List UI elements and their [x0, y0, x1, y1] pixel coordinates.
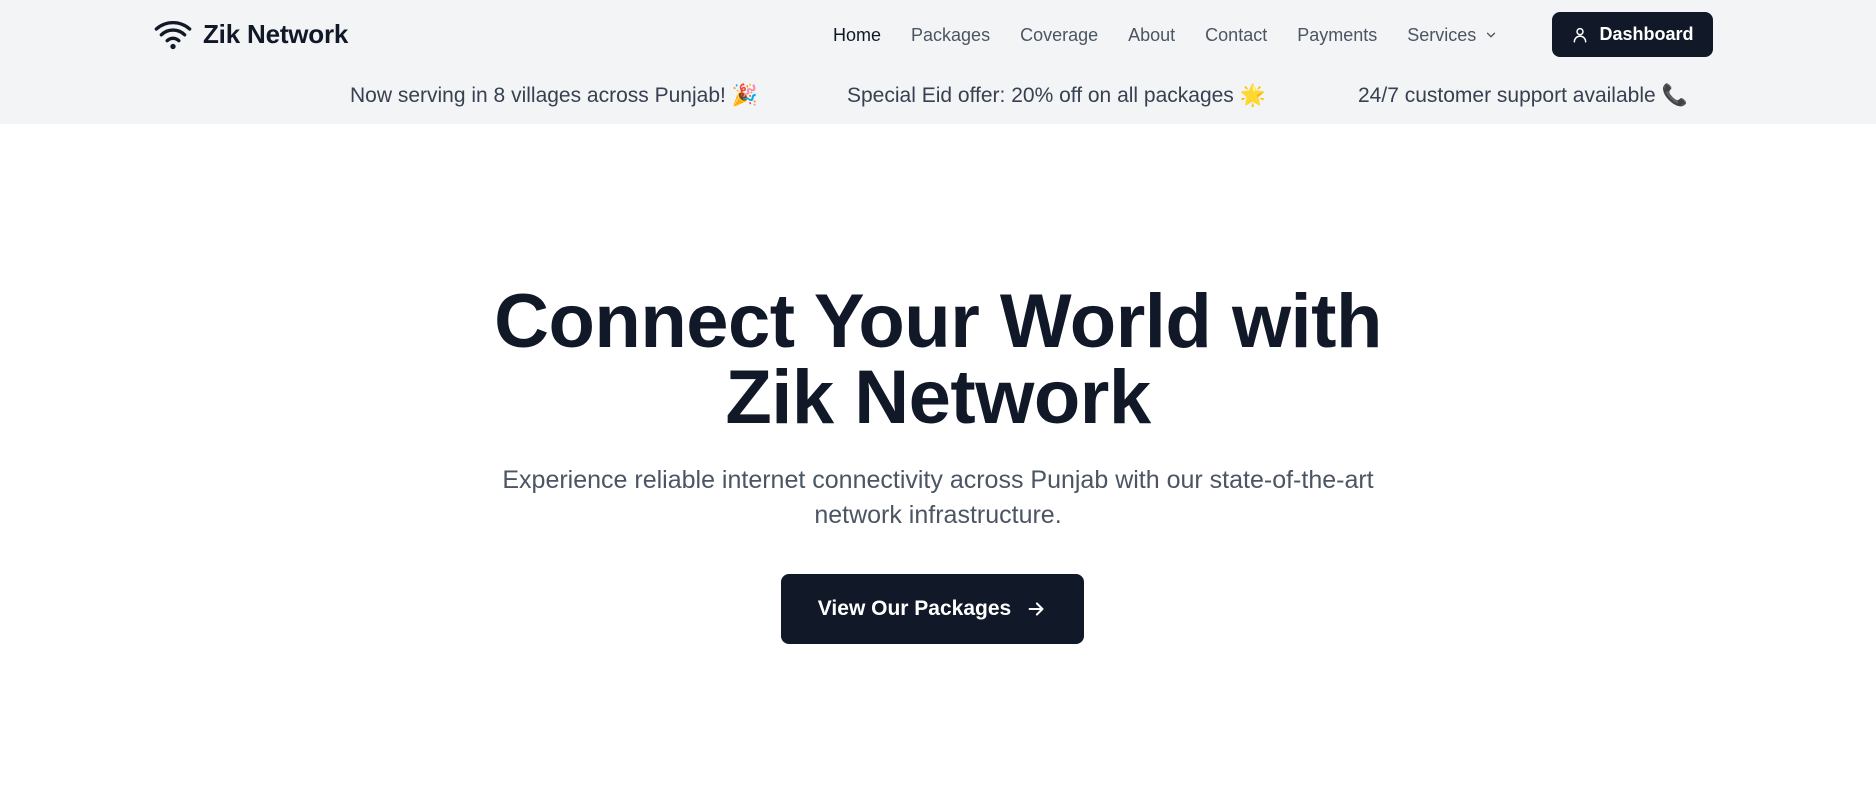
view-packages-label: View Our Packages [817, 597, 1012, 620]
nav-services[interactable]: Services [1407, 25, 1498, 46]
nav-about[interactable]: About [1128, 25, 1175, 46]
nav-contact[interactable]: Contact [1205, 25, 1267, 46]
top-bar: Zik Network Home Packages Coverage About… [0, 0, 1876, 124]
chevron-down-icon [1487, 32, 1496, 38]
dashboard-button[interactable]: Dashboard [1552, 12, 1713, 57]
announcement-item: Now serving in 8 villages across Punjab!… [350, 84, 758, 107]
brand-name: Zik Network [203, 18, 349, 49]
nav-packages[interactable]: Packages [911, 25, 990, 46]
dashboard-label: Dashboard [1599, 24, 1694, 44]
nav-payments[interactable]: Payments [1297, 25, 1377, 46]
nav-services-label: Services [1407, 24, 1477, 45]
hero-title: Connect Your World with Zik Network [494, 279, 1382, 440]
view-packages-button[interactable]: View Our Packages [781, 574, 1084, 644]
user-icon [1574, 27, 1587, 42]
navbar: Zik Network Home Packages Coverage About… [0, 0, 1876, 68]
arrow-right-icon [1028, 602, 1044, 616]
main-menu: Home Packages Coverage About Contact Pay… [833, 20, 1528, 50]
hero-section: Connect Your World with Zik Network Expe… [0, 124, 1876, 795]
nav-home[interactable]: Home [833, 25, 881, 46]
announcement-ticker: Now serving in 8 villages across Punjab!… [0, 84, 1876, 114]
hero-subtitle: Experience reliable internet connectivit… [502, 466, 1374, 529]
nav-coverage[interactable]: Coverage [1020, 25, 1098, 46]
announcement-item: 24/7 customer support available 📞 [1358, 84, 1688, 107]
wifi-icon [154, 21, 192, 50]
brand-logo-link[interactable]: Zik Network [153, 14, 348, 54]
announcement-item: Special Eid offer: 20% off on all packag… [847, 84, 1266, 107]
